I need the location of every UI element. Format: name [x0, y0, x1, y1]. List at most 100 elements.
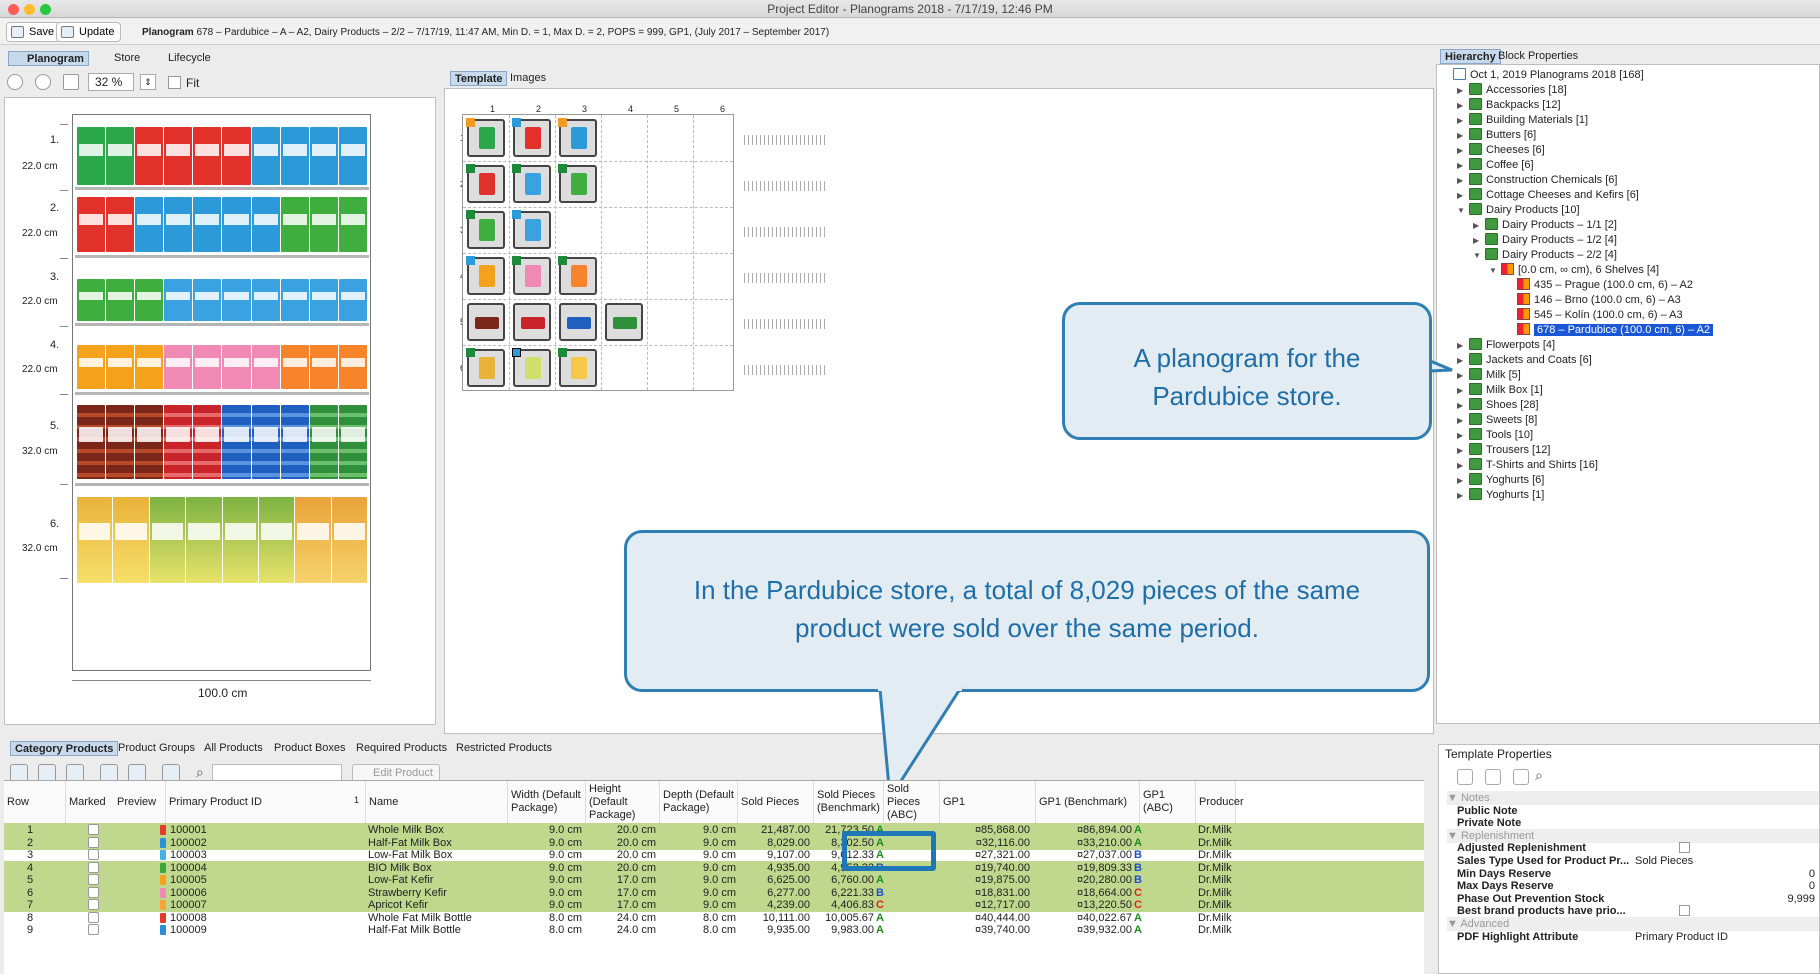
- product-facing[interactable]: [164, 345, 193, 389]
- template-cell[interactable]: [513, 303, 551, 341]
- property-row[interactable]: PDF Highlight Attribute Primary Product I…: [1447, 930, 1819, 944]
- zoom-stepper-icon[interactable]: ⇕: [140, 74, 156, 90]
- template-cell[interactable]: [466, 210, 505, 249]
- tab-hierarchy[interactable]: Hierarchy: [1440, 49, 1501, 64]
- tab-lifecycle[interactable]: Lifecycle: [150, 51, 215, 66]
- product-facing[interactable]: [135, 405, 164, 479]
- marked-checkbox[interactable]: [88, 911, 99, 923]
- property-checkbox[interactable]: [1679, 905, 1690, 917]
- product-facing[interactable]: [106, 197, 135, 252]
- product-facing[interactable]: [222, 405, 251, 479]
- product-facing[interactable]: [331, 497, 367, 583]
- product-facing[interactable]: [338, 197, 367, 252]
- column-header[interactable]: Preview: [114, 781, 166, 823]
- marked-checkbox[interactable]: [88, 899, 99, 910]
- product-facing[interactable]: [280, 279, 309, 321]
- product-facing[interactable]: [186, 497, 222, 583]
- tab-category-products[interactable]: Category Products: [10, 741, 119, 756]
- product-facing[interactable]: [135, 279, 164, 321]
- product-facing[interactable]: [77, 197, 106, 252]
- tree-item[interactable]: ▶ Yoghurts [1]: [1457, 487, 1544, 504]
- tab-template[interactable]: Template: [450, 71, 508, 86]
- product-facing[interactable]: [295, 497, 331, 583]
- minimize-window-button[interactable]: [24, 4, 35, 15]
- product-facing[interactable]: [222, 345, 251, 389]
- column-header[interactable]: Sold Pieces (ABC): [884, 781, 940, 823]
- product-facing[interactable]: [77, 497, 113, 583]
- tab-block-properties[interactable]: Block Properties: [1494, 49, 1582, 64]
- marked-checkbox[interactable]: [88, 924, 99, 935]
- tab-images[interactable]: Images: [506, 71, 550, 86]
- product-facing[interactable]: [280, 345, 309, 389]
- template-cell[interactable]: [512, 256, 551, 295]
- marked-checkbox[interactable]: [88, 824, 99, 835]
- template-cell[interactable]: [466, 348, 505, 387]
- zoom-level-field[interactable]: 32 %: [88, 73, 134, 91]
- column-header[interactable]: GP1 (ABC): [1140, 781, 1196, 823]
- product-facing[interactable]: [164, 127, 193, 185]
- product-facing[interactable]: [338, 345, 367, 389]
- tab-product-boxes[interactable]: Product Boxes: [270, 741, 350, 756]
- product-facing[interactable]: [149, 497, 186, 583]
- marked-checkbox[interactable]: [88, 849, 99, 860]
- save-button[interactable]: Save: [6, 22, 62, 42]
- column-header[interactable]: Producer: [1196, 781, 1244, 823]
- product-facing[interactable]: [309, 197, 338, 252]
- product-facing[interactable]: [251, 279, 280, 321]
- template-cell[interactable]: [512, 210, 551, 249]
- column-header[interactable]: Height (Default Package): [586, 781, 660, 823]
- tab-product-groups[interactable]: Product Groups: [114, 741, 199, 756]
- product-facing[interactable]: [106, 405, 135, 479]
- product-facing[interactable]: [251, 197, 280, 252]
- product-facing[interactable]: [338, 405, 367, 479]
- tab-restricted-products[interactable]: Restricted Products: [452, 741, 556, 756]
- template-cell[interactable]: [512, 348, 551, 387]
- properties-search-icon[interactable]: ⌕: [1535, 767, 1543, 784]
- column-header[interactable]: Width (Default Package): [508, 781, 586, 823]
- tab-store[interactable]: Store: [96, 51, 144, 66]
- tab-required-products[interactable]: Required Products: [352, 741, 451, 756]
- product-facing[interactable]: [222, 197, 251, 252]
- update-button[interactable]: Update: [56, 22, 122, 42]
- product-facing[interactable]: [193, 345, 222, 389]
- tab-all-products[interactable]: All Products: [200, 741, 267, 756]
- product-facing[interactable]: [135, 127, 164, 185]
- product-facing[interactable]: [280, 405, 309, 479]
- product-facing[interactable]: [338, 127, 367, 185]
- product-facing[interactable]: [106, 127, 135, 185]
- product-facing[interactable]: [135, 197, 164, 252]
- product-facing[interactable]: [193, 127, 222, 185]
- properties-clear-icon[interactable]: [1513, 769, 1529, 785]
- template-cell[interactable]: [467, 303, 505, 341]
- column-header[interactable]: Sold Pieces (Benchmark): [814, 781, 884, 823]
- product-facing[interactable]: [222, 279, 251, 321]
- collapse-icon[interactable]: ▼: [1457, 202, 1469, 219]
- table-row[interactable]: 9 100009 Half-Fat Milk Bottle 8.0 cm 24.0 cm…: [4, 923, 1424, 937]
- marked-checkbox[interactable]: [88, 836, 99, 848]
- zoom-out-icon[interactable]: [35, 74, 51, 90]
- column-header[interactable]: Marked: [66, 781, 118, 823]
- product-facing[interactable]: [164, 279, 193, 321]
- product-facing[interactable]: [309, 345, 338, 389]
- product-facing[interactable]: [77, 127, 106, 185]
- product-facing[interactable]: [164, 197, 193, 252]
- column-header[interactable]: Sold Pieces: [738, 781, 814, 823]
- product-facing[interactable]: [106, 345, 135, 389]
- tab-planogram[interactable]: Planogram: [8, 51, 89, 66]
- product-facing[interactable]: [280, 197, 309, 252]
- product-facing[interactable]: [77, 345, 106, 389]
- product-facing[interactable]: [77, 279, 106, 321]
- column-header[interactable]: Depth (Default Package): [660, 781, 738, 823]
- product-facing[interactable]: [251, 405, 280, 479]
- product-facing[interactable]: [309, 127, 338, 185]
- product-facing[interactable]: [258, 497, 295, 583]
- product-facing[interactable]: [251, 345, 280, 389]
- fit-to-window-icon[interactable]: [63, 74, 79, 90]
- properties-copy-icon[interactable]: [1485, 769, 1501, 785]
- product-facing[interactable]: [164, 405, 193, 479]
- template-cell[interactable]: [512, 118, 551, 157]
- product-facing[interactable]: [251, 127, 280, 185]
- column-header[interactable]: Row: [4, 781, 66, 823]
- template-cell[interactable]: [466, 256, 505, 295]
- product-facing[interactable]: [309, 279, 338, 321]
